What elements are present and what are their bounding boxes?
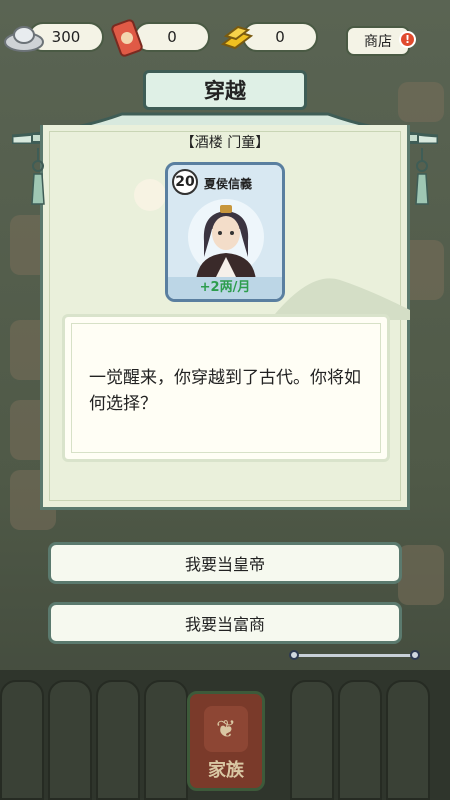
mountain-decoration: [270, 278, 410, 320]
character-level: 20: [172, 169, 198, 195]
bg-npc-icon: [398, 545, 444, 605]
token-ticket-icon: [111, 19, 143, 57]
silver-value: 300: [51, 28, 81, 46]
shop-label: 商店: [364, 34, 392, 50]
story-text: 一觉醒来，你穿越到了古代。你将如何选择？: [89, 368, 361, 414]
character-portrait: [188, 199, 264, 281]
progress-dot: [410, 650, 420, 660]
progress-dot: [289, 650, 299, 660]
tassel-icon: [415, 148, 429, 205]
family-label: 家族: [208, 760, 244, 781]
gold-value: 0: [275, 28, 285, 46]
character-income: +2两/月: [168, 277, 282, 299]
family-emblem-icon: ❦: [204, 706, 248, 752]
story-text-box: 一觉醒来，你穿越到了古代。你将如何选择？: [62, 314, 390, 462]
gold-bar-icon: [220, 25, 254, 50]
choice-label: 我要当皇帝: [184, 555, 265, 574]
character-card[interactable]: 20 夏侯信義 +2两/月: [165, 162, 285, 302]
dialog-title-text: 穿越: [204, 79, 246, 103]
silver-ingot-icon: [4, 26, 44, 52]
choice-label: 我要当富商: [184, 615, 265, 634]
location-label: 【酒楼 门童】: [180, 135, 270, 151]
choice-merchant-button[interactable]: 我要当富商: [48, 602, 402, 644]
choice-emperor-button[interactable]: 我要当皇帝: [48, 542, 402, 584]
resource-bar: 300 0 0 商店 !: [0, 18, 450, 58]
dialog-title: 穿越: [143, 70, 307, 110]
shop-notification-badge: !: [399, 31, 416, 48]
sun-decoration: [134, 179, 166, 211]
token-value: 0: [167, 28, 177, 46]
tassel-icon: [31, 148, 45, 205]
token-counter: 0: [134, 22, 210, 52]
family-button[interactable]: ❦ 家族: [187, 691, 265, 791]
character-name: 夏侯信義: [204, 177, 253, 191]
progress-track: [293, 654, 417, 657]
